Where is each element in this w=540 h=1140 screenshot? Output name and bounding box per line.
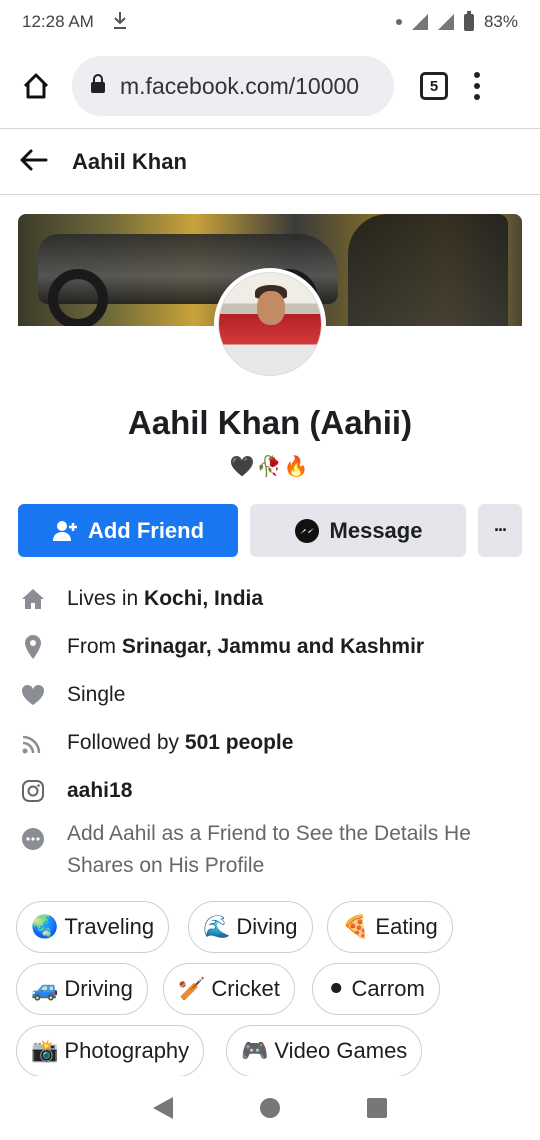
- car-icon: 🚙: [31, 976, 59, 1001]
- interest-label: Video Games: [274, 1038, 408, 1063]
- status-time: 12:28 AM: [22, 12, 94, 31]
- detail-relationship: Single: [18, 680, 528, 710]
- interest-chip-cricket[interactable]: 🏏 Cricket: [163, 963, 295, 1015]
- signal-icon-2: [437, 14, 454, 30]
- browser-menu-button[interactable]: [474, 72, 480, 100]
- add-friend-note-text: Add Aahil as a Friend to See the Details…: [67, 822, 471, 877]
- add-friend-label: Add Friend: [87, 517, 205, 543]
- followed-count[interactable]: 501 people: [185, 731, 294, 755]
- lives-in-prefix: Lives in: [67, 587, 145, 610]
- divider: [0, 194, 540, 195]
- interest-chip-eating[interactable]: 🍕 Eating: [327, 901, 453, 953]
- interest-label: Carrom: [351, 976, 425, 1001]
- detail-add-friend-note: Add Aahil as a Friend to See the Details…: [18, 818, 528, 882]
- add-friend-button[interactable]: Add Friend: [18, 504, 238, 557]
- page-header: Aahil Khan: [0, 130, 540, 194]
- notification-dot-icon: [395, 19, 402, 25]
- message-label: Message: [329, 517, 423, 543]
- from-prefix: From: [67, 635, 122, 658]
- pizza-icon: 🍕: [342, 914, 370, 939]
- followed-prefix: Followed by: [67, 731, 185, 754]
- cricket-bat-icon: 🏏: [178, 976, 206, 1001]
- url-text: m.facebook.com/10000: [120, 72, 360, 99]
- home-icon: [23, 73, 49, 99]
- lives-in-city[interactable]: Kochi, India: [144, 587, 263, 611]
- tab-count: 5: [429, 77, 439, 95]
- heart-icon: [18, 680, 48, 710]
- interest-label: Eating: [375, 914, 438, 939]
- interest-chip-video-games[interactable]: 🎮 Video Games: [226, 1025, 423, 1077]
- interest-chip-traveling[interactable]: 🌏 Traveling: [16, 901, 170, 953]
- battery-percent: 83%: [483, 12, 518, 31]
- interest-chip-driving[interactable]: 🚙 Driving: [16, 963, 148, 1015]
- more-options-icon: ···: [494, 520, 508, 540]
- home-icon: [18, 584, 48, 614]
- profile-bio-emojis: 🖤🥀🔥: [229, 456, 311, 478]
- divider: [0, 128, 540, 129]
- rss-feed-icon: [18, 728, 48, 758]
- profile-picture[interactable]: [214, 268, 326, 380]
- signal-icon: [411, 14, 428, 30]
- instagram-handle[interactable]: aahi18: [67, 779, 132, 803]
- battery-icon: [463, 10, 474, 31]
- more-dots-icon: [18, 824, 48, 854]
- more-options-button[interactable]: ···: [478, 504, 522, 557]
- detail-followers: Followed by 501 people: [18, 728, 528, 758]
- detail-instagram: aahi18: [18, 776, 528, 806]
- nav-recents-icon[interactable]: [366, 1098, 387, 1118]
- home-button[interactable]: [14, 64, 58, 108]
- interest-chip-carrom[interactable]: ⚫ Carrom: [312, 963, 440, 1015]
- browser-toolbar: m.facebook.com/10000 5: [0, 44, 540, 128]
- profile-name: Aahil Khan (Aahii): [127, 404, 413, 441]
- camera-icon: 📸: [31, 1038, 59, 1063]
- instagram-icon: [18, 776, 48, 806]
- interest-label: Cricket: [211, 976, 280, 1001]
- game-controller-icon: 🎮: [241, 1038, 269, 1063]
- url-bar[interactable]: m.facebook.com/10000: [72, 56, 394, 116]
- add-person-icon: [52, 520, 78, 542]
- globe-icon: 🌏: [31, 914, 59, 939]
- interest-label: Diving: [236, 914, 298, 939]
- messenger-icon: [294, 518, 320, 544]
- interest-label: Traveling: [64, 914, 155, 939]
- status-bar: 12:28 AM 83%: [0, 0, 540, 44]
- wave-icon: 🌊: [203, 914, 231, 939]
- back-arrow-icon[interactable]: [18, 148, 48, 177]
- nav-home-icon[interactable]: [259, 1098, 280, 1118]
- from-city[interactable]: Srinagar, Jammu and Kashmir: [122, 635, 424, 659]
- lock-icon: [90, 73, 106, 100]
- location-pin-icon: [18, 632, 48, 662]
- nav-back-icon[interactable]: [153, 1097, 174, 1119]
- page-title: Aahil Khan: [72, 149, 187, 174]
- interest-label: Photography: [64, 1038, 190, 1063]
- interest-chip-photography[interactable]: 📸 Photography: [16, 1025, 205, 1077]
- interest-chip-diving[interactable]: 🌊 Diving: [188, 901, 313, 953]
- relationship-status: Single: [67, 683, 126, 706]
- detail-from: From Srinagar, Jammu and Kashmir: [18, 632, 528, 662]
- tab-switcher-button[interactable]: 5: [420, 72, 448, 100]
- system-navigation-bar: [0, 1076, 540, 1140]
- black-circle-icon: ⚫: [327, 976, 346, 1001]
- download-icon: [112, 10, 128, 35]
- detail-lives-in: Lives in Kochi, India: [18, 584, 528, 614]
- message-button[interactable]: Message: [250, 504, 466, 557]
- interest-label: Driving: [64, 976, 133, 1001]
